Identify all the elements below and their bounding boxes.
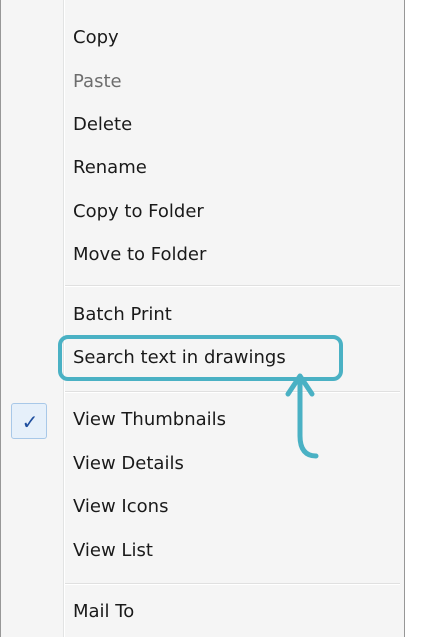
checkmark-icon: ✓ <box>21 410 39 434</box>
menu-item-move-to-folder[interactable]: Move to Folder <box>73 233 206 277</box>
menu-item-copy[interactable]: Copy <box>73 16 119 60</box>
menu-item-mail-to[interactable]: Mail To <box>73 590 134 634</box>
checkmark-indicator: ✓ <box>11 403 47 439</box>
context-menu: Copy Paste Delete Rename Copy to Folder … <box>0 0 405 637</box>
menu-item-batch-print[interactable]: Batch Print <box>73 293 172 337</box>
menu-item-view-list[interactable]: View List <box>73 529 153 573</box>
icon-gutter-divider-highlight <box>64 0 65 637</box>
menu-separator <box>65 583 400 585</box>
curved-up-arrow-icon <box>285 373 319 459</box>
menu-item-rename[interactable]: Rename <box>73 146 147 190</box>
menu-item-view-thumbnails[interactable]: View Thumbnails <box>73 398 226 442</box>
menu-item-view-details[interactable]: View Details <box>73 442 184 486</box>
menu-item-copy-to-folder[interactable]: Copy to Folder <box>73 190 204 234</box>
menu-item-paste: Paste <box>73 71 122 92</box>
menu-item-delete[interactable]: Delete <box>73 103 132 147</box>
menu-item-view-icons[interactable]: View Icons <box>73 485 168 529</box>
menu-separator <box>65 285 400 287</box>
